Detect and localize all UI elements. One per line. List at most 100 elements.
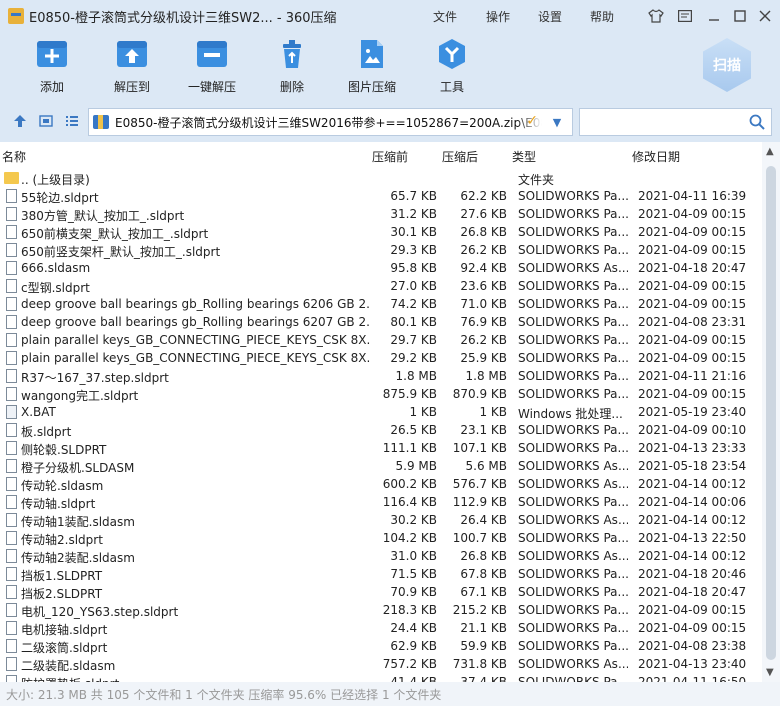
skin-icon[interactable] [647, 7, 665, 25]
menu-settings[interactable]: 设置 [538, 0, 562, 32]
scrollbar-thumb[interactable] [766, 166, 776, 660]
extract-to-button[interactable]: 解压到 [92, 38, 172, 95]
close-icon[interactable] [756, 7, 774, 25]
packed-size: 41.4 KB [390, 675, 437, 682]
file-icon [6, 261, 17, 275]
column-compressed[interactable]: 压缩后 [442, 148, 478, 165]
search-icon[interactable] [749, 114, 765, 130]
file-icon [6, 585, 17, 599]
menu-operate[interactable]: 操作 [486, 0, 510, 32]
feedback-icon[interactable] [676, 7, 694, 25]
packed-size: 1.8 MB [395, 369, 437, 383]
file-row[interactable]: 二级滚筒.sldprt 62.9 KB 59.9 KB SOLIDWORKS Pa..… [0, 637, 762, 655]
file-row[interactable]: 橙子分级机.SLDASM 5.9 MB 5.6 MB SOLIDWORKS As...… [0, 457, 762, 475]
address-bar[interactable]: E0850-橙子滚筒式分级机设计三维SW2016带参+==1052867=200… [88, 108, 573, 136]
scroll-down-icon[interactable]: ▼ [766, 667, 774, 678]
column-modified[interactable]: 修改日期 [632, 148, 680, 165]
file-type: Windows 批处理... [518, 407, 623, 421]
folder-icon [4, 172, 19, 184]
file-name: 传动轴.sldprt [21, 497, 96, 511]
modified-date: 2021-04-11 16:39 [638, 189, 747, 203]
file-icon [6, 549, 17, 563]
file-type: SOLIDWORKS Pa... [518, 369, 628, 383]
file-row[interactable]: 传动轮.sldasm 600.2 KB 576.7 KB SOLIDWORKS As.… [0, 475, 762, 493]
file-row[interactable]: 电机_120_YS63.step.sldprt 218.3 KB 215.2 KB S… [0, 601, 762, 619]
file-row[interactable]: 传动轴2.sldprt 104.2 KB 100.7 KB SOLIDWORKS Pa… [0, 529, 762, 547]
delete-button[interactable]: 删除 [252, 38, 332, 95]
file-name: X.BAT [21, 405, 56, 419]
add-button[interactable]: 添加 [12, 38, 92, 95]
file-row[interactable]: wangong完工.sldprt 875.9 KB 870.9 KB SOLIDWOR… [0, 385, 762, 403]
file-type: SOLIDWORKS As... [518, 513, 628, 527]
compressed-size: 23.6 KB [460, 279, 507, 293]
file-icon [6, 477, 17, 491]
file-row[interactable]: .. (上级目录) 文件夹 [0, 169, 762, 187]
file-row[interactable]: 传动轴.sldprt 116.4 KB 112.9 KB SOLIDWORKS Pa.… [0, 493, 762, 511]
modified-date: 2021-04-08 23:38 [638, 639, 747, 653]
file-row[interactable]: plain parallel keys_GB_CONNECTING_PIECE_… [0, 331, 762, 349]
file-name: 传动轮.sldasm [21, 479, 104, 493]
menu-help[interactable]: 帮助 [590, 0, 614, 32]
file-row[interactable]: R37～167_37.step.sldprt 1.8 MB 1.8 MB SOLIDW… [0, 367, 762, 385]
file-type: SOLIDWORKS Pa... [518, 315, 628, 329]
search-input[interactable] [579, 108, 772, 136]
vertical-scrollbar[interactable]: ▲ ▼ [762, 142, 780, 682]
file-type: SOLIDWORKS Pa... [518, 531, 628, 545]
compressed-size: 112.9 KB [452, 495, 507, 509]
column-name[interactable]: 名称 [2, 148, 26, 165]
file-icon [6, 297, 17, 311]
file-row[interactable]: 传动轴1装配.sldasm 30.2 KB 26.4 KB SOLIDWORKS As… [0, 511, 762, 529]
one-click-extract-button[interactable]: 一键解压 [172, 38, 252, 95]
file-type: SOLIDWORKS As... [518, 657, 628, 671]
file-icon [6, 351, 17, 365]
minimize-icon[interactable] [705, 7, 723, 25]
up-arrow-icon[interactable] [12, 114, 28, 130]
column-packed[interactable]: 压缩前 [372, 148, 408, 165]
file-type: SOLIDWORKS Pa... [518, 333, 628, 347]
file-row[interactable]: 650前横支架_默认_按加工_.sldprt 30.1 KB 26.8 KB SOLI… [0, 223, 762, 241]
file-row[interactable]: plain parallel keys_GB_CONNECTING_PIECE_… [0, 349, 762, 367]
file-row[interactable]: deep groove ball bearings gb_Rolling bea… [0, 313, 762, 331]
file-row[interactable]: 电机接轴.sldprt 24.4 KB 21.1 KB SOLIDWORKS Pa..… [0, 619, 762, 637]
file-icon [6, 243, 17, 257]
file-rows: .. (上级目录) 文件夹 55轮边.sldprt 65.7 KB 62.2 KB SOL… [0, 169, 762, 682]
file-row[interactable]: 55轮边.sldprt 65.7 KB 62.2 KB SOLIDWORKS Pa..… [0, 187, 762, 205]
menu-file[interactable]: 文件 [433, 0, 457, 32]
file-row[interactable]: 传动轴2装配.sldasm 31.0 KB 26.8 KB SOLIDWORKS As… [0, 547, 762, 565]
scan-button[interactable]: 扫描 [703, 38, 751, 92]
column-type[interactable]: 类型 [512, 148, 536, 165]
modified-date: 2021-04-09 00:15 [638, 279, 747, 293]
maximize-icon[interactable] [731, 7, 749, 25]
chevron-down-icon[interactable]: ▼ [542, 109, 572, 135]
image-compress-button[interactable]: 图片压缩 [332, 38, 412, 95]
packed-size: 62.9 KB [390, 639, 437, 653]
scroll-up-icon[interactable]: ▲ [766, 146, 774, 157]
file-row[interactable]: 挡板2.SLDPRT 70.9 KB 67.1 KB SOLIDWORKS Pa...… [0, 583, 762, 601]
tools-icon [435, 38, 469, 70]
file-row[interactable]: 挡板1.SLDPRT 71.5 KB 67.8 KB SOLIDWORKS Pa...… [0, 565, 762, 583]
file-row[interactable]: deep groove ball bearings gb_Rolling bea… [0, 295, 762, 313]
list-view-icon[interactable] [64, 114, 80, 130]
status-bar: 大小: 21.3 MB 共 105 个文件和 1 个文件夹 压缩率 95.6% … [0, 682, 780, 706]
compressed-size: 67.1 KB [460, 585, 507, 599]
packed-size: 95.8 KB [390, 261, 437, 275]
thumbnail-view-icon[interactable] [38, 114, 54, 130]
file-row[interactable]: X.BAT 1 KB 1 KB Windows 批处理... 2021-05-19 23… [0, 403, 762, 421]
file-type: SOLIDWORKS Pa... [518, 387, 628, 401]
packed-size: 31.2 KB [390, 207, 437, 221]
file-row[interactable]: 侧轮毂.SLDPRT 111.1 KB 107.1 KB SOLIDWORKS Pa.… [0, 439, 762, 457]
file-row[interactable]: 防护罩垫板.sldprt 41.4 KB 37.4 KB SOLIDWORKS Pa.… [0, 673, 762, 682]
file-row[interactable]: 板.sldprt 26.5 KB 23.1 KB SOLIDWORKS Pa... 20… [0, 421, 762, 439]
file-list: 名称 压缩前 压缩后 类型 修改日期 .. (上级目录) 文件夹 55轮边.sldp… [0, 142, 780, 682]
packed-size: 29.7 KB [390, 333, 437, 347]
modified-date: 2021-04-13 22:50 [638, 531, 747, 545]
file-row[interactable]: 650前竖支架杆_默认_按加工_.sldprt 29.3 KB 26.2 KB SOL… [0, 241, 762, 259]
file-type: SOLIDWORKS As... [518, 459, 628, 473]
file-row[interactable]: 380方管_默认_按加工_.sldprt 31.2 KB 27.6 KB SOLIDW… [0, 205, 762, 223]
tools-button[interactable]: 工具 [412, 38, 492, 95]
file-row[interactable]: 666.sldasm 95.8 KB 92.4 KB SOLIDWORKS As...… [0, 259, 762, 277]
file-row[interactable]: c型钢.sldprt 27.0 KB 23.6 KB SOLIDWORKS Pa...… [0, 277, 762, 295]
file-row[interactable]: 二级装配.sldasm 757.2 KB 731.8 KB SOLIDWORKS As… [0, 655, 762, 673]
packed-size: 71.5 KB [390, 567, 437, 581]
file-icon [6, 531, 17, 545]
